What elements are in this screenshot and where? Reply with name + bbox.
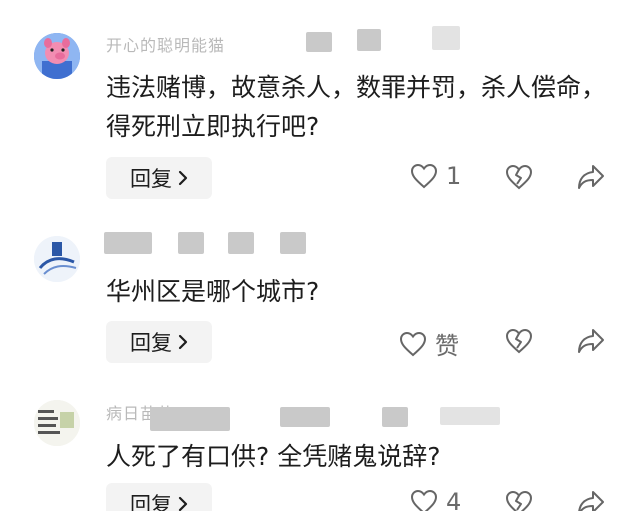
censor-block xyxy=(440,407,500,425)
share-button[interactable] xyxy=(576,163,606,191)
broken-heart-icon xyxy=(505,490,533,511)
share-button[interactable] xyxy=(576,327,606,355)
chevron-right-icon xyxy=(178,496,188,511)
chevron-right-icon xyxy=(178,334,188,350)
share-icon xyxy=(578,329,604,353)
reply-label: 回复 xyxy=(130,493,172,511)
censor-block xyxy=(104,232,152,254)
comment-item: 病日苗苗 人死了有口供? 全凭赌鬼说辞? 回复 4 xyxy=(0,370,640,511)
like-button[interactable]: 4 xyxy=(410,488,461,511)
like-count: 赞 xyxy=(435,332,459,360)
share-icon xyxy=(578,165,604,189)
like-button[interactable]: 赞 xyxy=(399,326,459,361)
heart-icon xyxy=(410,489,438,511)
censor-block xyxy=(150,407,230,431)
username[interactable]: 开心的聪明能猫 xyxy=(106,32,286,54)
share-icon xyxy=(578,491,604,511)
heart-icon xyxy=(399,331,427,356)
comment-text: 人死了有口供? 全凭赌鬼说辞? xyxy=(106,442,441,471)
reply-button[interactable]: 回复 xyxy=(106,321,212,363)
reply-label: 回复 xyxy=(130,331,172,355)
text-image-avatar-icon xyxy=(34,400,80,446)
like-button[interactable]: 1 xyxy=(410,162,461,190)
censor-block xyxy=(306,32,332,52)
pig-avatar-icon xyxy=(34,33,80,79)
comment-item: 华州区是哪个城市? 回复 赞 xyxy=(0,210,640,370)
comment-list: 开心的聪明能猫 违法赌博，故意杀人，数罪并罚，杀人偿命，得死刑立即执行吧? 回复… xyxy=(0,0,640,511)
reply-button[interactable]: 回复 xyxy=(106,157,212,199)
avatar[interactable] xyxy=(34,400,80,446)
like-count: 4 xyxy=(446,488,462,511)
censor-block xyxy=(382,407,408,427)
censor-block xyxy=(280,407,330,427)
heart-icon xyxy=(410,163,438,189)
comment-text: 华州区是哪个城市? xyxy=(106,277,320,306)
dislike-button[interactable] xyxy=(505,490,533,511)
broken-heart-icon xyxy=(505,164,533,190)
reply-button[interactable]: 回复 xyxy=(106,483,212,511)
comment-text: 违法赌博，故意杀人，数罪并罚，杀人偿命，得死刑立即执行吧? xyxy=(106,73,607,141)
censor-block xyxy=(357,29,381,51)
censor-block xyxy=(178,232,204,254)
reply-label: 回复 xyxy=(130,167,172,191)
logo-avatar-icon xyxy=(34,236,80,282)
censor-block xyxy=(228,232,254,254)
avatar[interactable] xyxy=(34,33,80,79)
comment-item: 开心的聪明能猫 违法赌博，故意杀人，数罪并罚，杀人偿命，得死刑立即执行吧? 回复… xyxy=(0,0,640,210)
censor-block xyxy=(280,232,306,254)
share-button[interactable] xyxy=(576,489,606,511)
chevron-right-icon xyxy=(178,170,188,186)
like-count: 1 xyxy=(446,162,462,190)
avatar[interactable] xyxy=(34,236,80,282)
dislike-button[interactable] xyxy=(505,164,533,190)
broken-heart-icon xyxy=(505,328,533,354)
dislike-button[interactable] xyxy=(505,328,533,354)
censor-block xyxy=(432,26,460,50)
